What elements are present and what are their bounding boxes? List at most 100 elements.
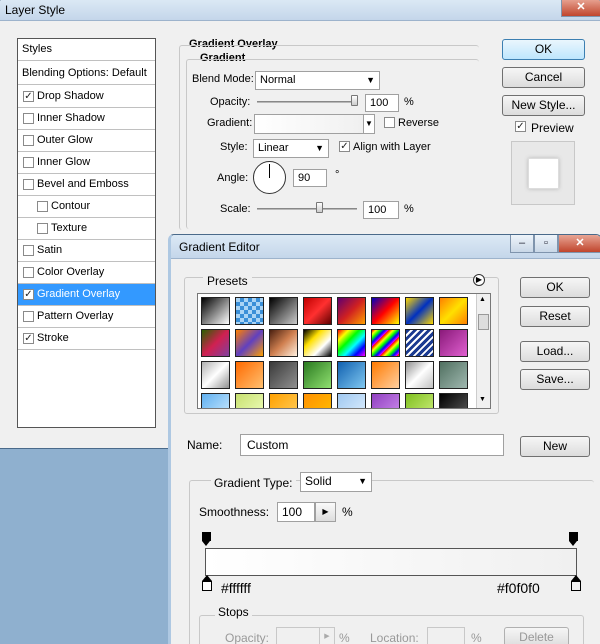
preset-swatch[interactable] xyxy=(337,297,366,325)
name-input[interactable]: Custom xyxy=(240,434,504,456)
presets-scrollbar[interactable]: ▲ ▼ xyxy=(476,294,490,408)
preset-swatch[interactable] xyxy=(201,361,230,389)
layer-style-titlebar[interactable]: Layer Style ✕ xyxy=(0,0,600,21)
right-opacity-stop[interactable] xyxy=(569,532,578,546)
presets-menu-icon[interactable]: ▶ xyxy=(473,274,485,286)
preset-swatch[interactable] xyxy=(371,393,400,408)
preset-swatch[interactable] xyxy=(303,361,332,389)
scale-slider-track[interactable] xyxy=(257,208,357,210)
style-item-checkbox[interactable] xyxy=(23,135,34,146)
preset-swatch[interactable] xyxy=(371,361,400,389)
style-item-pattern-overlay[interactable]: Pattern Overlay xyxy=(18,306,155,328)
style-select[interactable]: Linear ▼ xyxy=(253,139,329,158)
style-item-satin[interactable]: Satin xyxy=(18,240,155,262)
preset-swatch[interactable] xyxy=(201,297,230,325)
new-style-button[interactable]: New Style... xyxy=(502,95,585,116)
scale-slider-thumb[interactable] xyxy=(316,202,324,213)
preset-swatch[interactable] xyxy=(439,297,468,325)
stop-opacity-input[interactable] xyxy=(276,627,320,644)
preset-swatch[interactable] xyxy=(235,393,264,408)
preset-swatch[interactable] xyxy=(269,393,298,408)
smoothness-input[interactable]: 100 xyxy=(277,502,315,522)
preset-swatch[interactable] xyxy=(405,361,434,389)
preset-swatch[interactable] xyxy=(405,297,434,325)
cancel-button[interactable]: Cancel xyxy=(502,67,585,88)
close-icon[interactable]: ✕ xyxy=(558,235,600,253)
preset-swatch[interactable] xyxy=(439,361,468,389)
opacity-slider-track[interactable] xyxy=(257,101,357,103)
preset-swatch[interactable] xyxy=(269,329,298,357)
gradient-editor-titlebar[interactable]: Gradient Editor – ▫ ✕ xyxy=(171,235,600,259)
preset-swatch[interactable] xyxy=(371,297,400,325)
style-item-outer-glow[interactable]: Outer Glow xyxy=(18,130,155,152)
style-item-stroke[interactable]: ✓ Stroke xyxy=(18,328,155,350)
maximize-icon[interactable]: ▫ xyxy=(534,235,558,253)
opacity-input[interactable]: 100 xyxy=(365,94,399,112)
preset-swatch[interactable] xyxy=(337,393,366,408)
preset-swatch[interactable] xyxy=(439,329,468,357)
scroll-down-icon[interactable]: ▼ xyxy=(479,396,486,403)
scroll-thumb[interactable] xyxy=(478,314,489,330)
opacity-slider-thumb[interactable] xyxy=(351,95,358,106)
preset-swatch[interactable] xyxy=(269,297,298,325)
gradient-dropdown-chevron-icon[interactable]: ▼ xyxy=(363,114,375,134)
style-item-checkbox[interactable] xyxy=(37,223,48,234)
style-item-inner-glow[interactable]: Inner Glow xyxy=(18,152,155,174)
preset-swatch[interactable] xyxy=(201,393,230,408)
gradient-bar[interactable] xyxy=(205,548,577,576)
align-with-layer-checkbox[interactable]: ✓ xyxy=(339,141,350,152)
preset-swatch[interactable] xyxy=(235,329,264,357)
preset-swatch[interactable] xyxy=(439,393,468,408)
preset-swatch[interactable] xyxy=(337,361,366,389)
style-item-contour[interactable]: Contour xyxy=(18,196,155,218)
gradient-type-select[interactable]: Solid ▼ xyxy=(300,472,372,492)
preset-swatch[interactable] xyxy=(235,297,264,325)
save-button[interactable]: Save... xyxy=(520,369,590,390)
style-item-texture[interactable]: Texture xyxy=(18,218,155,240)
style-item-bevel-and-emboss[interactable]: Bevel and Emboss xyxy=(18,174,155,196)
style-item-checkbox[interactable]: ✓ xyxy=(23,289,34,300)
preset-swatch[interactable] xyxy=(303,393,332,408)
angle-dial[interactable] xyxy=(253,161,286,194)
styles-header[interactable]: Styles xyxy=(18,39,155,61)
preset-swatch[interactable] xyxy=(405,393,434,408)
preview-checkbox[interactable]: ✓ xyxy=(515,121,526,132)
ok-button[interactable]: OK xyxy=(520,277,590,298)
preset-swatch[interactable] xyxy=(303,329,332,357)
minimize-icon[interactable]: – xyxy=(510,235,534,253)
angle-input[interactable]: 90 xyxy=(293,169,327,187)
style-item-checkbox[interactable] xyxy=(23,267,34,278)
preset-swatch[interactable] xyxy=(303,297,332,325)
style-item-checkbox[interactable]: ✓ xyxy=(23,333,34,344)
ok-button[interactable]: OK xyxy=(502,39,585,60)
stop-opacity-arrow-icon[interactable]: ▶ xyxy=(319,627,335,644)
gradient-preview[interactable] xyxy=(254,114,364,134)
style-item-checkbox[interactable]: ✓ xyxy=(23,91,34,102)
preset-swatch[interactable] xyxy=(269,361,298,389)
left-opacity-stop[interactable] xyxy=(202,532,211,546)
new-button[interactable]: New xyxy=(520,436,590,457)
preset-swatch[interactable] xyxy=(405,329,434,357)
preset-swatch[interactable] xyxy=(337,329,366,357)
scale-input[interactable]: 100 xyxy=(363,201,399,219)
preset-swatch[interactable] xyxy=(371,329,400,357)
right-color-stop[interactable] xyxy=(571,575,581,595)
close-button[interactable]: ✕ xyxy=(561,0,600,17)
stop-location-input[interactable] xyxy=(427,627,465,644)
style-item-gradient-overlay[interactable]: ✓ Gradient Overlay xyxy=(18,284,155,306)
style-item-drop-shadow[interactable]: ✓ Drop Shadow xyxy=(18,86,155,108)
load-button[interactable]: Load... xyxy=(520,341,590,362)
style-item-checkbox[interactable] xyxy=(37,201,48,212)
style-item-checkbox[interactable] xyxy=(23,157,34,168)
left-color-stop[interactable] xyxy=(202,575,212,595)
reverse-checkbox[interactable] xyxy=(384,117,395,128)
preset-swatch[interactable] xyxy=(201,329,230,357)
blending-options[interactable]: Blending Options: Default xyxy=(18,62,155,85)
style-item-inner-shadow[interactable]: Inner Shadow xyxy=(18,108,155,130)
style-item-checkbox[interactable] xyxy=(23,311,34,322)
style-item-checkbox[interactable] xyxy=(23,113,34,124)
reset-button[interactable]: Reset xyxy=(520,306,590,327)
style-item-color-overlay[interactable]: Color Overlay xyxy=(18,262,155,284)
style-item-checkbox[interactable] xyxy=(23,245,34,256)
delete-button[interactable]: Delete xyxy=(504,627,569,644)
